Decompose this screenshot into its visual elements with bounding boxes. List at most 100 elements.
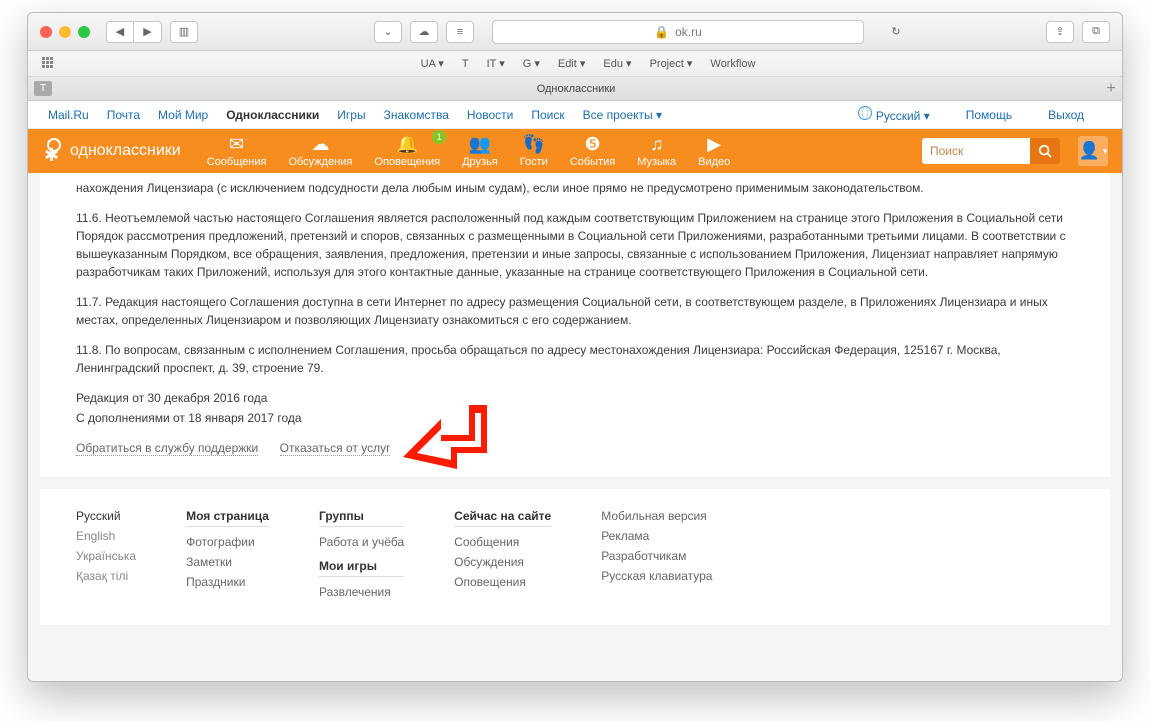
apps-icon[interactable] — [42, 57, 56, 71]
footer-link[interactable]: Реклама — [601, 529, 712, 543]
footer-col-online: Сейчас на сайте Сообщения Обсуждения Опо… — [454, 509, 551, 605]
footer-link[interactable]: Работа и учёба — [319, 535, 404, 549]
bookmark-item[interactable]: IT ▾ — [479, 57, 513, 70]
share-button[interactable]: ⇪ — [1046, 21, 1074, 43]
mailnav-link[interactable]: Знакомства — [384, 108, 449, 122]
reload-button[interactable]: ↻ — [882, 21, 910, 43]
bookmark-item[interactable]: Edu ▾ — [595, 57, 639, 70]
nav-messages[interactable]: ✉Сообщения — [207, 134, 267, 168]
tab-bar: T Одноклассники + — [28, 77, 1122, 101]
video-icon: ▶ — [707, 134, 721, 154]
para-11-5-end: нахождения Лицензиара (с исключением под… — [76, 179, 1074, 197]
footprints-icon: 👣 — [523, 134, 545, 154]
footer-col-mypage: Моя страница Фотографии Заметки Праздник… — [186, 509, 269, 605]
new-tab-button[interactable]: + — [1100, 80, 1122, 98]
cloud-button[interactable]: ☁ — [410, 21, 438, 43]
minimize-button[interactable] — [59, 26, 71, 38]
nav-discussions[interactable]: ☁Обсуждения — [288, 134, 352, 168]
ok-logo[interactable]: одноклассники — [42, 138, 181, 164]
footer: Русский English Українська Қазақ тілі Мо… — [40, 489, 1110, 625]
mailnav-link-active[interactable]: Одноклассники — [226, 108, 319, 122]
mailnav-link[interactable]: Mail.Ru — [48, 108, 89, 122]
window-controls — [40, 26, 90, 38]
footer-link[interactable]: Мобильная версия — [601, 509, 712, 523]
reader-button[interactable]: ≡ — [446, 21, 474, 43]
forward-button[interactable]: ▶ — [134, 21, 162, 43]
mailnav-link[interactable]: Новости — [467, 108, 513, 122]
tabs-button[interactable]: ⧉ — [1082, 21, 1110, 43]
nav-guests[interactable]: 👣Гости — [520, 134, 548, 168]
tab-title[interactable]: Одноклассники — [52, 83, 1100, 95]
footer-link[interactable]: Оповещения — [454, 575, 551, 589]
nav-video[interactable]: ▶Видео — [698, 134, 730, 168]
para-11-6: 11.6. Неотъемлемой частью настоящего Сог… — [76, 209, 1074, 281]
footer-col-groups: Группы Работа и учёба Мои игры Развлечен… — [319, 509, 404, 605]
mailnav-link[interactable]: Поиск — [531, 108, 564, 122]
footer-link[interactable]: Русская клавиатура — [601, 569, 712, 583]
bookmark-item[interactable]: Edit ▾ — [550, 57, 594, 70]
footer-languages: Русский English Українська Қазақ тілі — [76, 509, 136, 605]
footer-heading: Моя страница — [186, 509, 269, 527]
envelope-icon: ✉ — [229, 134, 244, 154]
nav-events[interactable]: ❺События — [570, 134, 615, 168]
logout-link[interactable]: Выход — [1048, 108, 1084, 122]
revision-date: Редакция от 30 декабря 2016 года — [76, 389, 1074, 407]
footer-link[interactable]: Развлечения — [319, 585, 404, 599]
footer-link[interactable]: Праздники — [186, 575, 269, 589]
nav-friends[interactable]: 👥Друзья — [462, 134, 498, 168]
music-icon: ♫ — [650, 134, 664, 154]
url-text: ok.ru — [675, 25, 702, 39]
bookmark-item[interactable]: T — [454, 57, 477, 70]
bookmarks-bar: UA ▾ T IT ▾ G ▾ Edit ▾ Edu ▾ Project ▾ W… — [28, 51, 1122, 77]
ok-logo-icon — [42, 138, 62, 164]
nav-notifications[interactable]: 🔔1Оповещения — [374, 134, 440, 168]
badge: 1 — [432, 130, 446, 144]
footer-link[interactable]: Разработчикам — [601, 549, 712, 563]
addendum-date: С дополнениями от 18 января 2017 года — [76, 409, 1074, 427]
lang-option[interactable]: Русский — [76, 509, 136, 523]
tab-favicon: T — [34, 81, 52, 96]
mailnav-link[interactable]: Все проекты ▾ — [583, 108, 662, 122]
safari-window: ◀ ▶ ▥ ⌄ ☁ ≡ 🔒 ok.ru ↻ ⇪ ⧉ UA ▾ T IT ▾ G … — [27, 12, 1123, 682]
para-11-8: 11.8. По вопросам, связанным с исполнени… — [76, 341, 1074, 377]
page-content: нахождения Лицензиара (с исключением под… — [28, 173, 1122, 681]
bookmark-item[interactable]: G ▾ — [515, 57, 548, 70]
pocket-button[interactable]: ⌄ — [374, 21, 402, 43]
back-button[interactable]: ◀ — [106, 21, 134, 43]
nav-music[interactable]: ♫Музыка — [637, 134, 676, 168]
globe-icon — [858, 106, 872, 120]
events-icon: ❺ — [584, 134, 600, 154]
mailnav-link[interactable]: Игры — [337, 108, 365, 122]
bookmark-item[interactable]: UA ▾ — [413, 57, 452, 70]
support-link[interactable]: Обратиться в службу поддержки — [76, 441, 258, 456]
bookmark-item[interactable]: Workflow — [702, 57, 763, 70]
bookmark-item[interactable]: Project ▾ — [642, 57, 701, 70]
avatar-menu[interactable]: 👤▾ — [1078, 136, 1108, 166]
mailru-nav: Mail.Ru Почта Мой Мир Одноклассники Игры… — [28, 101, 1122, 129]
lang-option[interactable]: Қазақ тілі — [76, 569, 136, 583]
ok-header: одноклассники ✉Сообщения ☁Обсуждения 🔔1О… — [28, 129, 1122, 173]
sidebar-button[interactable]: ▥ — [170, 21, 198, 43]
agreement-text: нахождения Лицензиара (с исключением под… — [40, 173, 1110, 477]
close-button[interactable] — [40, 26, 52, 38]
people-icon: 👥 — [469, 134, 491, 154]
refuse-services-link[interactable]: Отказаться от услуг — [280, 441, 391, 456]
help-link[interactable]: Помощь — [966, 108, 1012, 122]
footer-link[interactable]: Обсуждения — [454, 555, 551, 569]
search-input[interactable] — [922, 138, 1030, 164]
mailnav-link[interactable]: Мой Мир — [158, 108, 208, 122]
footer-link[interactable]: Фотографии — [186, 535, 269, 549]
mailnav-link[interactable]: Почта — [107, 108, 140, 122]
lang-option[interactable]: English — [76, 529, 136, 543]
cloud-icon: ☁ — [311, 134, 329, 154]
address-bar[interactable]: 🔒 ok.ru — [492, 20, 864, 44]
footer-col-misc: Мобильная версия Реклама Разработчикам Р… — [601, 509, 712, 605]
titlebar: ◀ ▶ ▥ ⌄ ☁ ≡ 🔒 ok.ru ↻ ⇪ ⧉ — [28, 13, 1122, 51]
footer-link[interactable]: Заметки — [186, 555, 269, 569]
search-button[interactable] — [1030, 138, 1060, 164]
language-selector[interactable]: Русский ▾ — [858, 106, 930, 123]
lang-option[interactable]: Українська — [76, 549, 136, 563]
lock-icon: 🔒 — [654, 25, 669, 39]
zoom-button[interactable] — [78, 26, 90, 38]
footer-link[interactable]: Сообщения — [454, 535, 551, 549]
